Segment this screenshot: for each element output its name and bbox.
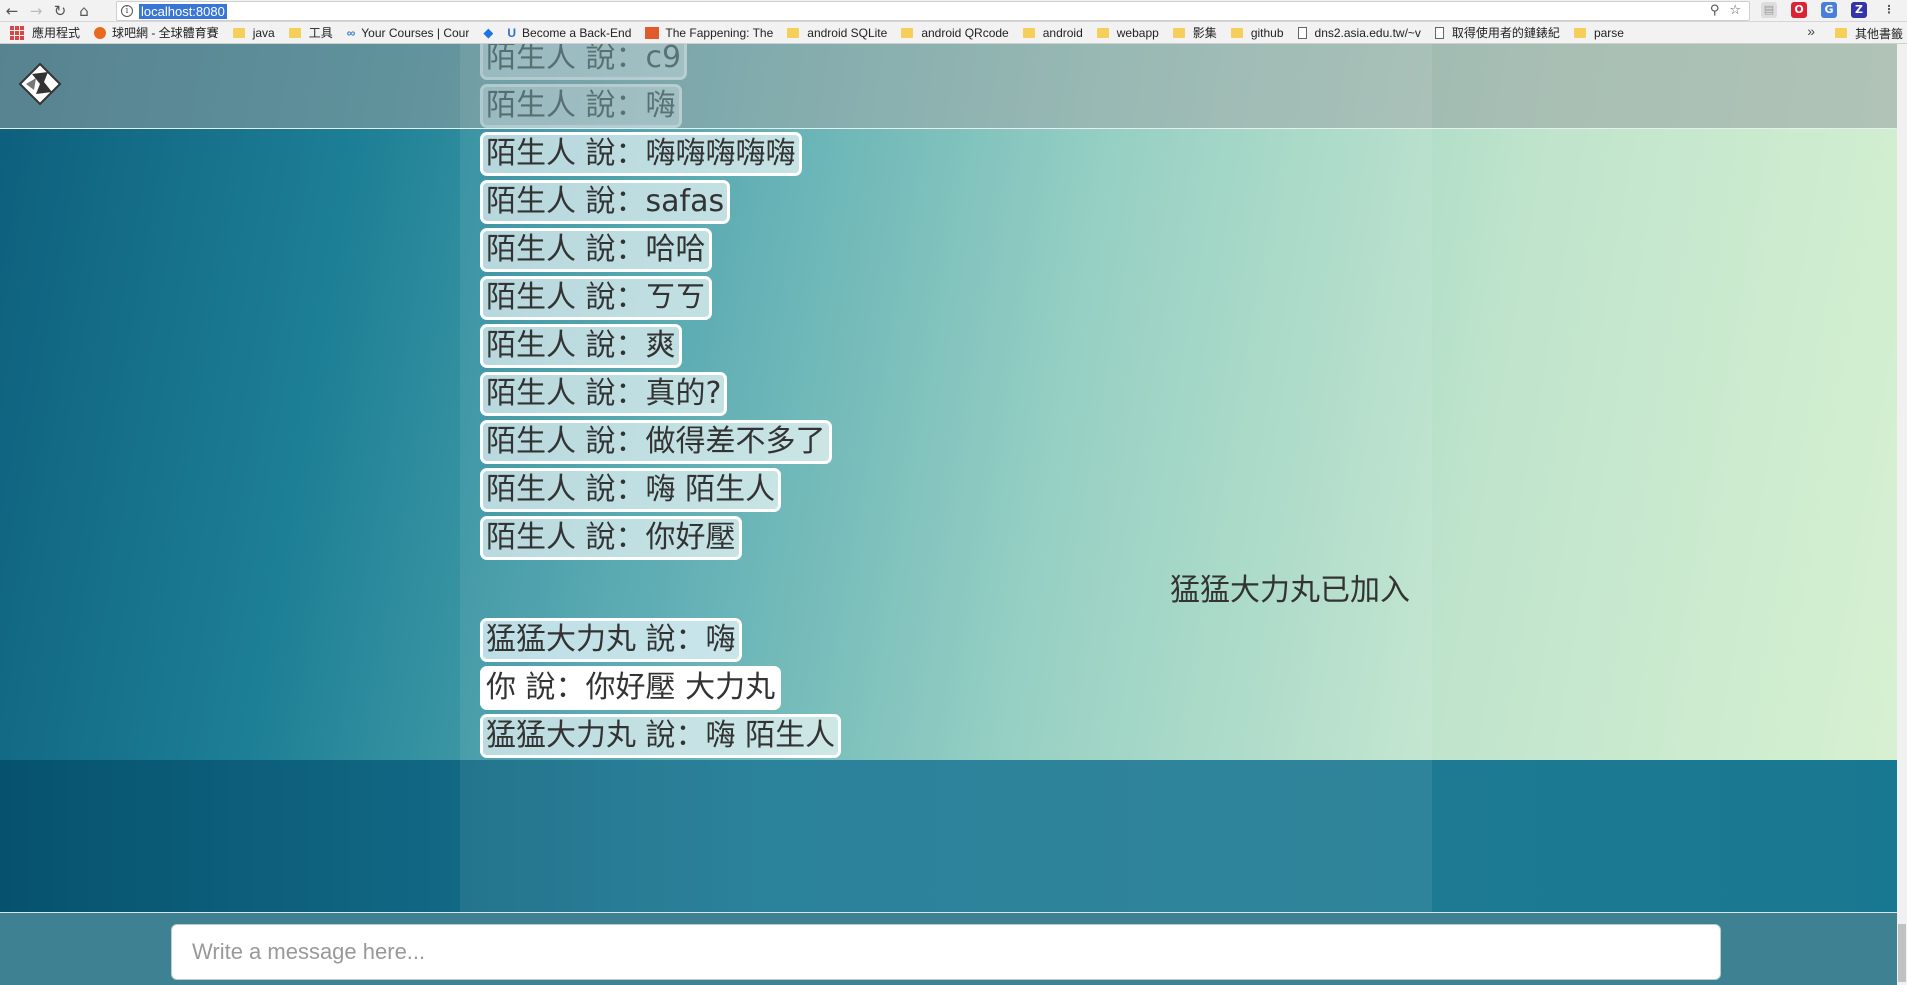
bookmark-label: Become a Back-End [522,25,632,40]
folder-icon [1573,27,1586,38]
forward-arrow-icon[interactable]: → [24,0,48,22]
folder-icon [288,27,301,38]
bookmark-label: Your Courses | Cour [361,25,470,40]
own-chat-message: 你 說：你好壓 大力丸 [480,666,782,710]
bookmark-label: parse [1593,25,1624,40]
folder-icon [787,27,800,38]
apps-grid-icon [10,25,24,40]
bookmark-label: 影集 [1192,26,1217,40]
chat-message: 陌生人 說：ㄎㄎ [480,276,712,320]
bookmark-label: The Fappening: The [665,25,774,40]
message-input[interactable] [171,924,1721,980]
info-icon[interactable]: i [121,5,133,17]
bookmark-star-icon[interactable]: ☆ [1729,3,1741,18]
back-arrow-icon[interactable]: ← [0,0,24,22]
site-favicon-icon [645,26,660,39]
folder-icon [901,27,914,38]
url-text[interactable]: localhost:8080 [139,3,227,19]
bookmark-item[interactable]: The Fappening: The [645,26,773,40]
folder-icon [232,27,245,38]
chat-message: 猛猛大力丸 說：嗨 陌生人 [480,714,842,758]
bookmark-label: dns2.asia.edu.tw/~v [1314,25,1421,40]
bookmark-label: 其他書籤 [1854,26,1903,41]
menu-icon[interactable]: ⋮ [1881,2,1897,18]
bookmark-item[interactable]: ◆ [483,25,493,41]
bookmark-label: github [1250,25,1284,40]
chat-message: 陌生人 說：你好壓 [480,516,742,560]
bookmark-folder[interactable]: github [1230,25,1284,40]
bookmark-label: webapp [1116,25,1159,40]
bookmark-folder[interactable]: android [1022,25,1083,40]
page-scrollbar[interactable] [1897,44,1907,985]
bookmark-folder[interactable]: 工具 [288,24,333,41]
folder-icon [1834,28,1847,38]
other-bookmarks[interactable]: 其他書籤 [1834,22,1903,43]
more-bookmarks-chevron-icon[interactable]: » [1807,23,1815,39]
folder-icon [1230,27,1243,38]
join-notice: 猛猛大力丸已加入 [1170,573,1410,608]
bookmark-item[interactable]: ∞ Your Courses | Cour [347,26,470,40]
folder-icon [1096,27,1109,38]
soccer-ball-icon [94,26,107,39]
bookmark-label: android QRcode [921,25,1009,40]
chat-message: 陌生人 說：嗨 陌生人 [480,468,782,512]
bookmark-folder[interactable]: 影集 [1172,24,1217,41]
bookmark-page[interactable]: 取得使用者的鏈錶紀 [1434,24,1560,41]
bookmark-page[interactable]: dns2.asia.edu.tw/~v [1297,25,1421,40]
folder-icon [1022,27,1035,38]
chat-message: 陌生人 說：c9 [480,44,688,80]
message-list: 陌生人 說：c9 陌生人 說：嗨 陌生人 說：嗨嗨嗨嗨嗨 陌生人 說：safas… [480,44,1420,912]
home-icon[interactable]: ⌂ [72,0,96,22]
chat-message: 陌生人 說：哈哈 [480,228,712,272]
bookmarks-bar: 應用程式 球吧網 - 全球體育賽 java 工具 ∞ Your Courses … [0,22,1907,44]
bookmark-label: android SQLite [807,25,888,40]
bookmark-label: 工具 [308,26,333,40]
page-icon [1434,26,1444,39]
chat-message: 陌生人 說：做得差不多了 [480,420,832,464]
translate-extension-icon[interactable]: G [1821,2,1837,18]
browser-toolbar: ← → ↻ ⌂ i localhost:8080 ⚲ ☆ ▤ O G Z ⋮ [0,0,1907,22]
dropbox-icon: ◆ [483,24,494,40]
bookmark-folder[interactable]: java [232,25,275,40]
chat-message: 陌生人 說：嗨 [480,84,682,128]
bookmark-folder[interactable]: android QRcode [901,25,1009,40]
chat-message: 陌生人 說：真的? [480,372,728,416]
bookmark-label: java [252,25,275,40]
bookmark-apps[interactable]: 應用程式 [4,24,80,41]
bookmark-label: 取得使用者的鏈錶紀 [1451,26,1560,40]
chat-message: 陌生人 說：safas [480,180,731,224]
infinity-icon: ∞ [346,25,356,40]
page-icon [1297,26,1307,39]
bookmark-folder[interactable]: webapp [1096,25,1159,40]
bookmark-folder[interactable]: android SQLite [787,26,887,40]
udacity-icon: U [507,25,517,40]
extension-icon[interactable]: ▤ [1761,2,1777,18]
folder-icon [1172,27,1185,38]
zoom-icon[interactable]: ⚲ [1710,3,1720,18]
bookmark-folder[interactable]: parse [1573,25,1624,40]
bookmark-label: 應用程式 [32,26,81,40]
chat-message: 猛猛大力丸 說：嗨 [480,618,742,662]
chat-page: 陌生人 說：c9 陌生人 說：嗨 陌生人 說：嗨嗨嗨嗨嗨 陌生人 說：safas… [0,44,1907,985]
z-extension-icon[interactable]: Z [1851,2,1867,18]
address-bar[interactable]: i localhost:8080 ⚲ ☆ [116,1,1750,21]
bookmark-item[interactable]: U Become a Back-End [507,26,631,40]
opera-extension-icon[interactable]: O [1791,2,1807,18]
reload-icon[interactable]: ↻ [48,0,72,22]
chat-message: 陌生人 說：嗨嗨嗨嗨嗨 [480,132,802,176]
bookmark-label: 球吧網 - 全球體育賽 [112,26,219,40]
chat-message: 陌生人 說：爽 [480,324,682,368]
app-logo-icon[interactable] [18,62,62,106]
bookmark-label: android [1042,25,1083,40]
scrollbar-thumb[interactable] [1898,924,1906,982]
bookmark-item[interactable]: 球吧網 - 全球體育賽 [94,24,219,41]
